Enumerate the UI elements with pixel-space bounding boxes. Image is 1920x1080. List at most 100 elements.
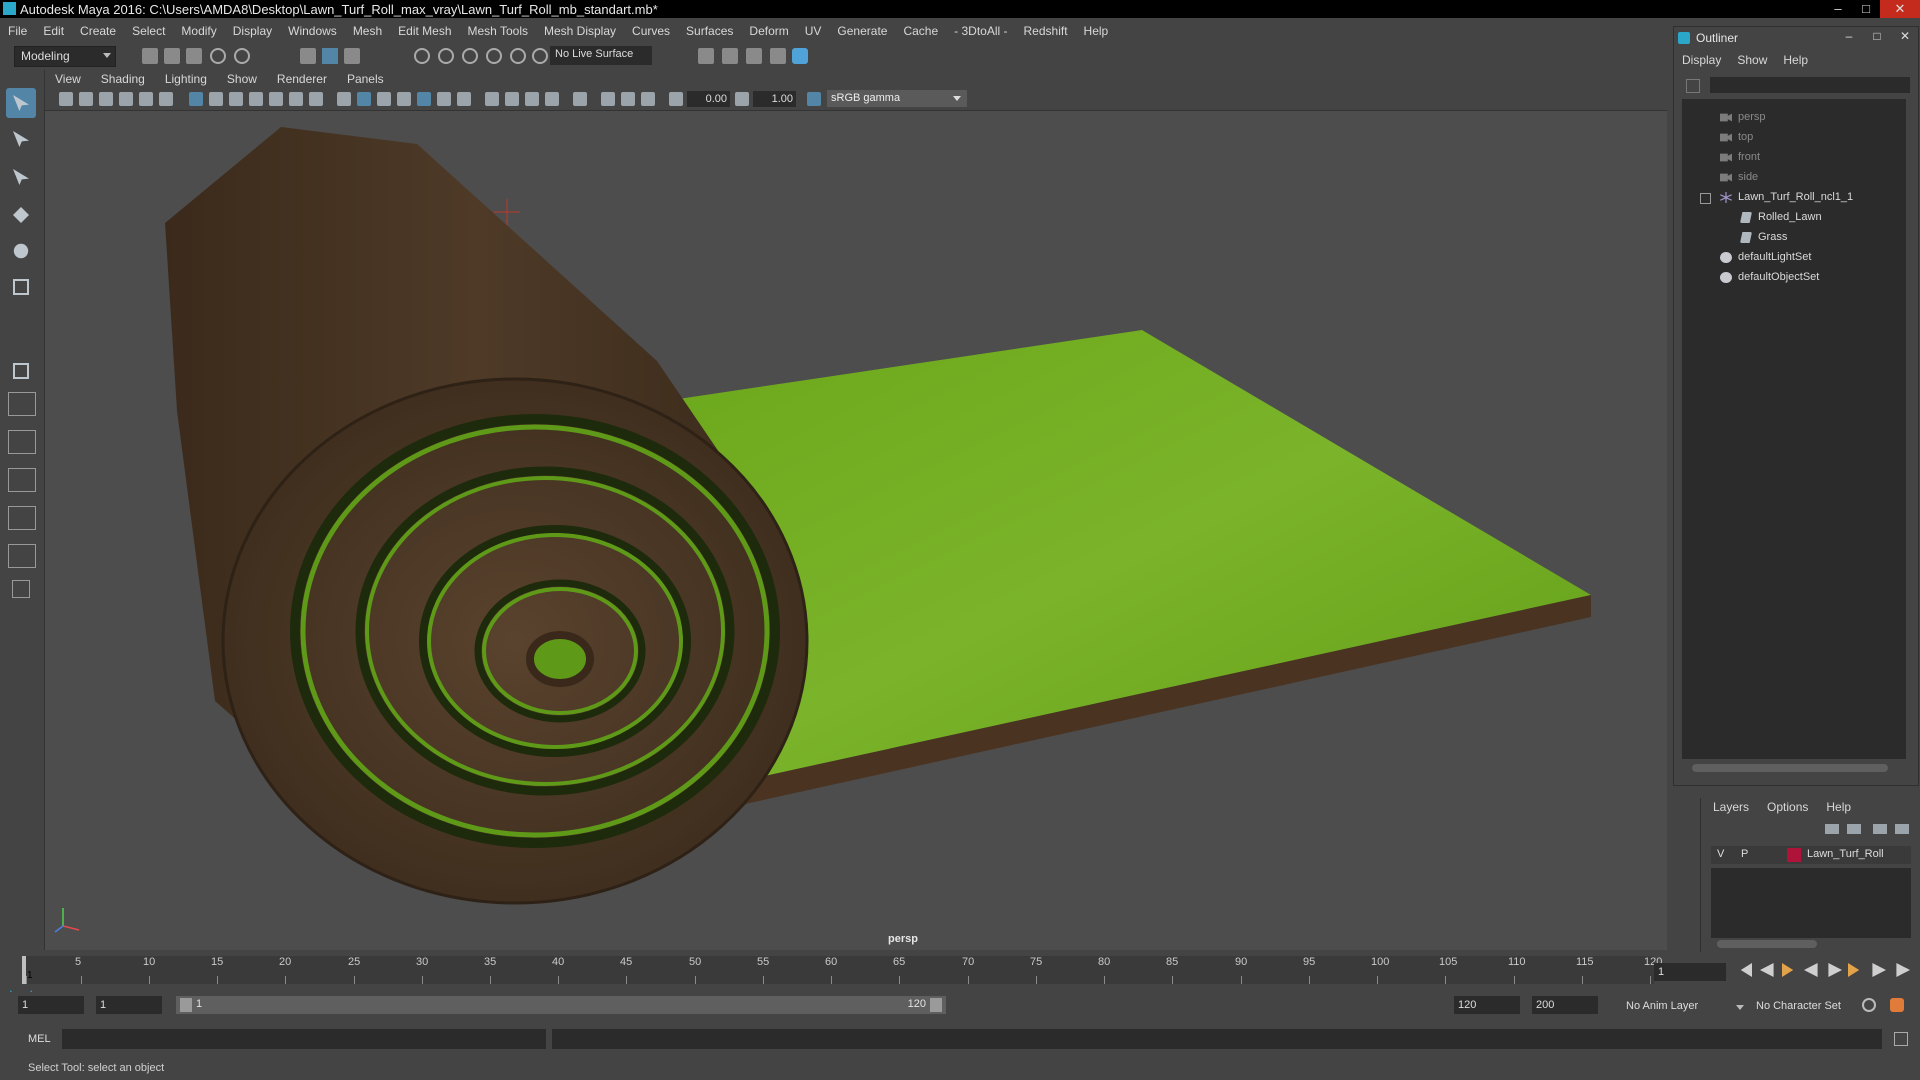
panel-menu-lighting[interactable]: Lighting — [155, 72, 217, 86]
exposure-field[interactable]: 0.00 — [687, 91, 730, 107]
close-button[interactable]: ✕ — [1880, 0, 1920, 18]
xray-icon[interactable] — [601, 92, 615, 106]
outliner-tree[interactable]: persp top front side Lawn_Turf_Roll_ncl1… — [1682, 99, 1906, 759]
menu-surfaces[interactable]: Surfaces — [678, 24, 741, 38]
outliner-close-button[interactable]: ✕ — [1894, 29, 1916, 45]
grease-pencil-icon[interactable] — [159, 92, 173, 106]
step-back-frame-icon[interactable] — [1782, 963, 1794, 977]
layer-playback-toggle[interactable]: P — [1741, 848, 1748, 860]
select-tool-button[interactable] — [6, 88, 36, 118]
command-input[interactable] — [62, 1029, 546, 1049]
range-start-handle[interactable] — [180, 998, 192, 1012]
new-layer-icon[interactable] — [1873, 824, 1887, 834]
filter-icon[interactable] — [1686, 79, 1700, 93]
new-layer-selected-icon[interactable] — [1895, 824, 1909, 834]
save-scene-icon[interactable] — [186, 48, 202, 64]
play-forwards-icon[interactable] — [1828, 963, 1842, 977]
textured-icon[interactable] — [417, 92, 431, 106]
bookmark-icon[interactable] — [99, 92, 113, 106]
field-chart-icon[interactable] — [269, 92, 283, 106]
menu-set-dropdown[interactable]: Modeling — [14, 46, 116, 67]
menu-display[interactable]: Display — [225, 24, 280, 38]
menu-mesh[interactable]: Mesh — [345, 24, 390, 38]
chevron-down-icon[interactable] — [1736, 1005, 1744, 1010]
step-forward-frame-icon[interactable] — [1848, 963, 1860, 977]
animation-end-field[interactable]: 200 — [1532, 996, 1598, 1014]
step-back-key-icon[interactable] — [1760, 963, 1774, 977]
layer-menu-help[interactable]: Help — [1826, 800, 1869, 814]
menu-select[interactable]: Select — [124, 24, 173, 38]
range-end-handle[interactable] — [930, 998, 942, 1012]
go-to-start-icon[interactable] — [1740, 963, 1752, 977]
menu-windows[interactable]: Windows — [280, 24, 345, 38]
menu-redshift[interactable]: Redshift — [1016, 24, 1076, 38]
animation-start-field[interactable]: 1 — [18, 996, 84, 1014]
ipr-render-icon[interactable] — [746, 48, 762, 64]
open-scene-icon[interactable] — [164, 48, 180, 64]
paint-select-tool-button[interactable] — [6, 162, 36, 192]
panel-menu-renderer[interactable]: Renderer — [267, 72, 337, 86]
show-manipulator-button[interactable] — [6, 356, 36, 386]
outliner-menu-display[interactable]: Display — [1674, 53, 1729, 71]
go-to-end-icon[interactable] — [1896, 963, 1910, 977]
hypershade-icon[interactable] — [792, 48, 808, 64]
snap-curve-icon[interactable] — [438, 48, 454, 64]
character-set-dropdown[interactable]: No Character Set — [1756, 1000, 1841, 1012]
snap-point-icon[interactable] — [462, 48, 478, 64]
maximize-button[interactable]: □ — [1852, 0, 1880, 18]
image-plane-icon[interactable] — [119, 92, 133, 106]
menu-3dtoall[interactable]: - 3DtoAll - — [946, 24, 1015, 38]
collapse-toggle-icon[interactable] — [1700, 193, 1711, 204]
playback-start-field[interactable]: 1 — [96, 996, 162, 1014]
script-editor-icon[interactable] — [1894, 1032, 1908, 1046]
new-scene-icon[interactable] — [142, 48, 158, 64]
wireframe-icon[interactable] — [337, 92, 351, 106]
use-default-material-icon[interactable] — [377, 92, 391, 106]
menu-create[interactable]: Create — [72, 24, 124, 38]
select-by-hierarchy-icon[interactable] — [300, 48, 316, 64]
move-layer-up-icon[interactable] — [1825, 824, 1839, 834]
camera-attributes-icon[interactable] — [79, 92, 93, 106]
lasso-tool-button[interactable] — [6, 124, 36, 154]
menu-edit[interactable]: Edit — [35, 24, 72, 38]
outliner-horizontal-scrollbar[interactable] — [1692, 764, 1888, 772]
isolate-select-icon[interactable] — [573, 92, 587, 106]
anti-aliasing-icon[interactable] — [525, 92, 539, 106]
move-tool-button[interactable] — [6, 200, 36, 230]
time-slider[interactable]: 1 5 10 15 20 25 30 35 40 45 50 55 60 65 70 75 80 85 90 95 1… — [22, 956, 1662, 984]
panel-menu-shading[interactable]: Shading — [91, 72, 155, 86]
panel-menu-view[interactable]: View — [45, 72, 91, 86]
two-view-layout-icon[interactable] — [8, 430, 36, 454]
snap-together-icon[interactable] — [532, 48, 548, 64]
safe-action-icon[interactable] — [289, 92, 303, 106]
2d-pan-zoom-icon[interactable] — [139, 92, 153, 106]
outliner-menu-help[interactable]: Help — [1775, 53, 1816, 71]
menu-edit-mesh[interactable]: Edit Mesh — [390, 24, 459, 38]
lights-icon[interactable] — [437, 92, 451, 106]
motion-blur-icon[interactable] — [505, 92, 519, 106]
layer-menu-layers[interactable]: Layers — [1713, 800, 1767, 814]
panel-menu-show[interactable]: Show — [217, 72, 267, 86]
redo-icon[interactable] — [234, 48, 250, 64]
exposure-icon[interactable] — [669, 92, 683, 106]
ambient-occlusion-icon[interactable] — [485, 92, 499, 106]
wireframe-on-shaded-icon[interactable] — [397, 92, 411, 106]
layer-visibility-toggle[interactable]: V — [1717, 848, 1724, 860]
view-transform-dropdown[interactable]: sRGB gamma — [827, 90, 967, 107]
layer-row[interactable]: V P Lawn_Turf_Roll — [1711, 846, 1911, 864]
menu-file[interactable]: File — [0, 24, 35, 38]
current-frame-field[interactable]: 1 — [1654, 963, 1726, 981]
step-forward-key-icon[interactable] — [1872, 963, 1886, 977]
render-settings-icon[interactable] — [698, 48, 714, 64]
command-language-toggle[interactable]: MEL — [28, 1033, 51, 1045]
playback-end-field[interactable]: 120 — [1454, 996, 1520, 1014]
live-surface-field[interactable]: No Live Surface — [550, 46, 652, 65]
outliner-layout-icon[interactable] — [8, 468, 36, 492]
menu-generate[interactable]: Generate — [829, 24, 895, 38]
menu-curves[interactable]: Curves — [624, 24, 678, 38]
select-by-object-icon[interactable] — [322, 48, 338, 64]
menu-modify[interactable]: Modify — [173, 24, 224, 38]
render-view-icon[interactable] — [770, 48, 786, 64]
snap-view-plane-icon[interactable] — [486, 48, 502, 64]
outliner-minimize-button[interactable]: – — [1838, 29, 1860, 45]
